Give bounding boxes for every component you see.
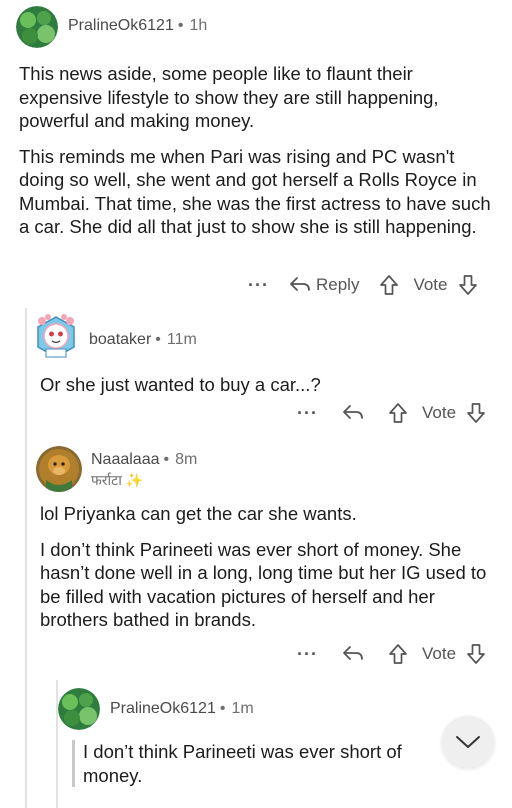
- comment: Naaalaaa • 8m फर्राटा ✨ lol Priyanka can g…: [0, 440, 512, 680]
- username[interactable]: PralineOk6121: [110, 700, 216, 717]
- separator-dot: •: [177, 17, 184, 34]
- upvote-button[interactable]: [388, 402, 408, 424]
- comment-actions: ··· Vote: [297, 398, 486, 428]
- comment: PralineOk6121 • 1m I don’t think Parineeti…: [0, 682, 512, 808]
- chevron-down-icon: [456, 736, 480, 748]
- block-quote: I don’t think Parineeti was ever short o…: [72, 740, 442, 787]
- timestamp: 8m: [175, 451, 198, 468]
- comment-paragraph: Or she just wanted to buy a car...?: [40, 374, 321, 395]
- more-options-button[interactable]: ···: [248, 275, 269, 296]
- upvote-arrow-icon: [389, 644, 407, 664]
- comment-meta: Naaalaaa • 8m: [91, 451, 197, 469]
- upvote-arrow-icon: [389, 403, 407, 423]
- timestamp: 1m: [231, 700, 254, 717]
- upvote-button[interactable]: [388, 643, 408, 665]
- comment-paragraph: lol Priyanka can get the car she wants.: [40, 503, 357, 524]
- downvote-button[interactable]: [466, 402, 486, 424]
- reply-button[interactable]: [342, 403, 364, 423]
- avatar[interactable]: [58, 688, 100, 730]
- upvote-button[interactable]: [379, 274, 399, 296]
- vote-label: Vote: [421, 403, 457, 422]
- comment-meta: PralineOk6121 • 1m: [110, 700, 254, 718]
- comment: boataker • 11m Or she just wanted to buy a…: [0, 305, 512, 430]
- downvote-button[interactable]: [458, 274, 478, 296]
- downvote-arrow-icon: [458, 275, 477, 295]
- comment-paragraph: I don’t think Parineeti was ever short o…: [40, 538, 487, 631]
- comment-body: lol Priyanka can get the car she wants. …: [40, 502, 502, 644]
- avatar[interactable]: [36, 446, 82, 492]
- reply-button[interactable]: Reply: [289, 275, 359, 295]
- username[interactable]: boataker: [89, 331, 151, 348]
- comment: PralineOk6121 • 1h This news aside, some p…: [0, 0, 512, 300]
- more-options-button[interactable]: ···: [297, 403, 318, 424]
- reply-arrow-icon: [343, 405, 363, 419]
- username[interactable]: Naaalaaa: [91, 451, 160, 468]
- comment-body: This news aside, some people like to fla…: [19, 62, 499, 251]
- comment-paragraph: This news aside, some people like to fla…: [19, 63, 439, 131]
- reply-label: Reply: [315, 275, 360, 294]
- downvote-arrow-icon: [467, 403, 485, 423]
- separator-dot: •: [219, 700, 226, 717]
- username[interactable]: PralineOk6121: [68, 17, 174, 34]
- timestamp: 1h: [189, 17, 208, 34]
- downvote-arrow-icon: [467, 644, 485, 664]
- reply-arrow-icon: [290, 277, 310, 291]
- comment-meta: PralineOk6121 • 1h: [68, 17, 207, 35]
- separator-dot: •: [155, 331, 161, 348]
- downvote-button[interactable]: [466, 643, 486, 665]
- upvote-arrow-icon: [380, 275, 399, 295]
- vote-label: Vote: [421, 644, 457, 663]
- comment-actions: ··· Reply Vote: [248, 270, 478, 300]
- more-options-button[interactable]: ···: [297, 644, 318, 665]
- comment-paragraph: This reminds me when Pari was rising and…: [19, 145, 491, 238]
- avatar[interactable]: [16, 6, 58, 48]
- avatar[interactable]: [33, 311, 79, 363]
- comment-meta: boataker • 11m: [89, 331, 197, 349]
- reply-arrow-icon: [343, 646, 363, 660]
- vote-label: Vote: [413, 275, 448, 294]
- user-flair: फर्राटा ✨: [91, 472, 144, 488]
- timestamp: 11m: [166, 331, 197, 348]
- comment-actions: ··· Vote: [297, 639, 486, 669]
- reply-button[interactable]: [342, 644, 364, 664]
- scroll-down-button[interactable]: [442, 716, 494, 768]
- separator-dot: •: [163, 451, 170, 468]
